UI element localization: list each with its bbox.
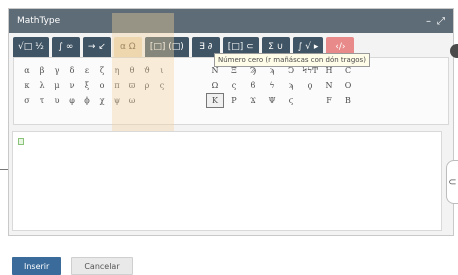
palette-symbol[interactable]: Ψ [263, 93, 281, 108]
side-handle-icon: ⊂ [448, 176, 457, 188]
title-bar: MathType – ⤢ [9, 9, 453, 33]
palette-symbol[interactable]: Κ [206, 93, 224, 108]
palette-symbol[interactable]: ϙ [301, 78, 319, 93]
equation-editor[interactable] [12, 131, 442, 231]
palette-symbol[interactable]: ω [125, 93, 139, 108]
tab-brackets[interactable]: [□] (□) [144, 37, 189, 57]
palette-symbol[interactable]: φ [65, 93, 79, 108]
palette-symbol[interactable]: ϐ [244, 78, 262, 93]
palette-symbol[interactable]: τ [35, 93, 49, 108]
palette-symbol[interactable]: ϟ [263, 78, 281, 93]
tab-radicals[interactable]: √□ ½ [13, 37, 49, 57]
palette-symbol[interactable]: λ [35, 78, 49, 93]
symbol-palette: αβγδεζηθϑικλμνξοπϖρςστυφϕχψω N Ξ Ϡϡ Ͻ ϞϟͲ H C Ω… [13, 57, 449, 125]
palette-symbol[interactable]: π [110, 78, 124, 93]
palette-symbol[interactable]: ι [155, 63, 169, 78]
tab-greek[interactable]: α Ω [113, 37, 142, 57]
greek-lowercase-grid: αβγδεζηθϑι κλμνξοπϖρς στυφϕχψω [20, 63, 199, 108]
palette-symbol [185, 63, 199, 78]
palette-symbol [170, 63, 184, 78]
palette-symbol[interactable]: κ [20, 78, 34, 93]
greek-uppercase-grid: N Ξ Ϡϡ Ͻ ϞϟͲ H C Ως ϐ ϟ ϡ ϙ N O Κ Ρ Ϫ Ψϛ F B [206, 63, 376, 108]
palette-symbol[interactable]: Ϫ [244, 93, 262, 108]
palette-symbol[interactable]: ϕ [80, 93, 94, 108]
palette-symbol [170, 78, 184, 93]
resize-icon[interactable]: ⤢ [437, 16, 445, 27]
tab-arrows[interactable]: → ↙ [82, 37, 111, 57]
editor-cursor [18, 138, 24, 145]
palette-symbol[interactable]: F [320, 93, 338, 108]
palette-symbol[interactable]: ξ [80, 78, 94, 93]
insert-button[interactable]: Inserir [12, 257, 62, 275]
palette-symbol[interactable]: ς [155, 78, 169, 93]
palette-symbol [170, 93, 184, 108]
tab-integrals[interactable]: ∫ ∞ [51, 37, 80, 57]
palette-symbol[interactable]: θ [125, 63, 139, 78]
window-title: MathType [17, 16, 61, 26]
palette-symbol[interactable]: ο [95, 78, 109, 93]
palette-symbol[interactable]: ζ [95, 63, 109, 78]
cancel-button[interactable]: Cancelar [71, 257, 133, 275]
palette-symbol[interactable]: Ρ [225, 93, 243, 108]
palette-symbol[interactable]: υ [50, 93, 64, 108]
palette-symbol [185, 93, 199, 108]
palette-symbol[interactable]: β [35, 63, 49, 78]
palette-symbol[interactable]: μ [50, 78, 64, 93]
side-dot-icon[interactable] [450, 44, 458, 58]
side-panel-handle[interactable]: ⊂ [446, 160, 458, 204]
dialog-actions: Inserir Cancelar [12, 257, 133, 275]
palette-symbol[interactable]: γ [50, 63, 64, 78]
palette-symbol[interactable]: ϖ [125, 78, 139, 93]
palette-symbol[interactable]: ε [80, 63, 94, 78]
palette-symbol[interactable]: α [20, 63, 34, 78]
palette-symbol[interactable]: δ [65, 63, 79, 78]
palette-symbol [301, 93, 319, 108]
palette-symbol [155, 93, 169, 108]
palette-symbol[interactable]: O [339, 78, 357, 93]
palette-symbol [358, 93, 376, 108]
palette-symbol[interactable]: B [339, 93, 357, 108]
palette-symbol[interactable]: ς [225, 78, 243, 93]
palette-symbol [185, 78, 199, 93]
symbol-tooltip: Número cero (r mañáscas con dón tragos) [214, 53, 370, 67]
palette-symbol[interactable]: ϑ [140, 63, 154, 78]
palette-symbol[interactable]: ϛ [282, 93, 300, 108]
window-controls: – ⤢ [426, 16, 445, 27]
palette-symbol[interactable]: ν [65, 78, 79, 93]
palette-symbol[interactable]: η [110, 63, 124, 78]
palette-symbol[interactable]: σ [20, 93, 34, 108]
palette-symbol[interactable]: χ [95, 93, 109, 108]
palette-symbol[interactable]: N [320, 78, 338, 93]
palette-symbol [140, 93, 154, 108]
palette-symbol[interactable]: ρ [140, 78, 154, 93]
palette-symbol[interactable]: ϡ [282, 78, 300, 93]
palette-symbol[interactable]: Ω [206, 78, 224, 93]
palette-symbol[interactable]: ψ [110, 93, 124, 108]
minimize-icon[interactable]: – [426, 16, 431, 27]
palette-symbol [358, 78, 376, 93]
